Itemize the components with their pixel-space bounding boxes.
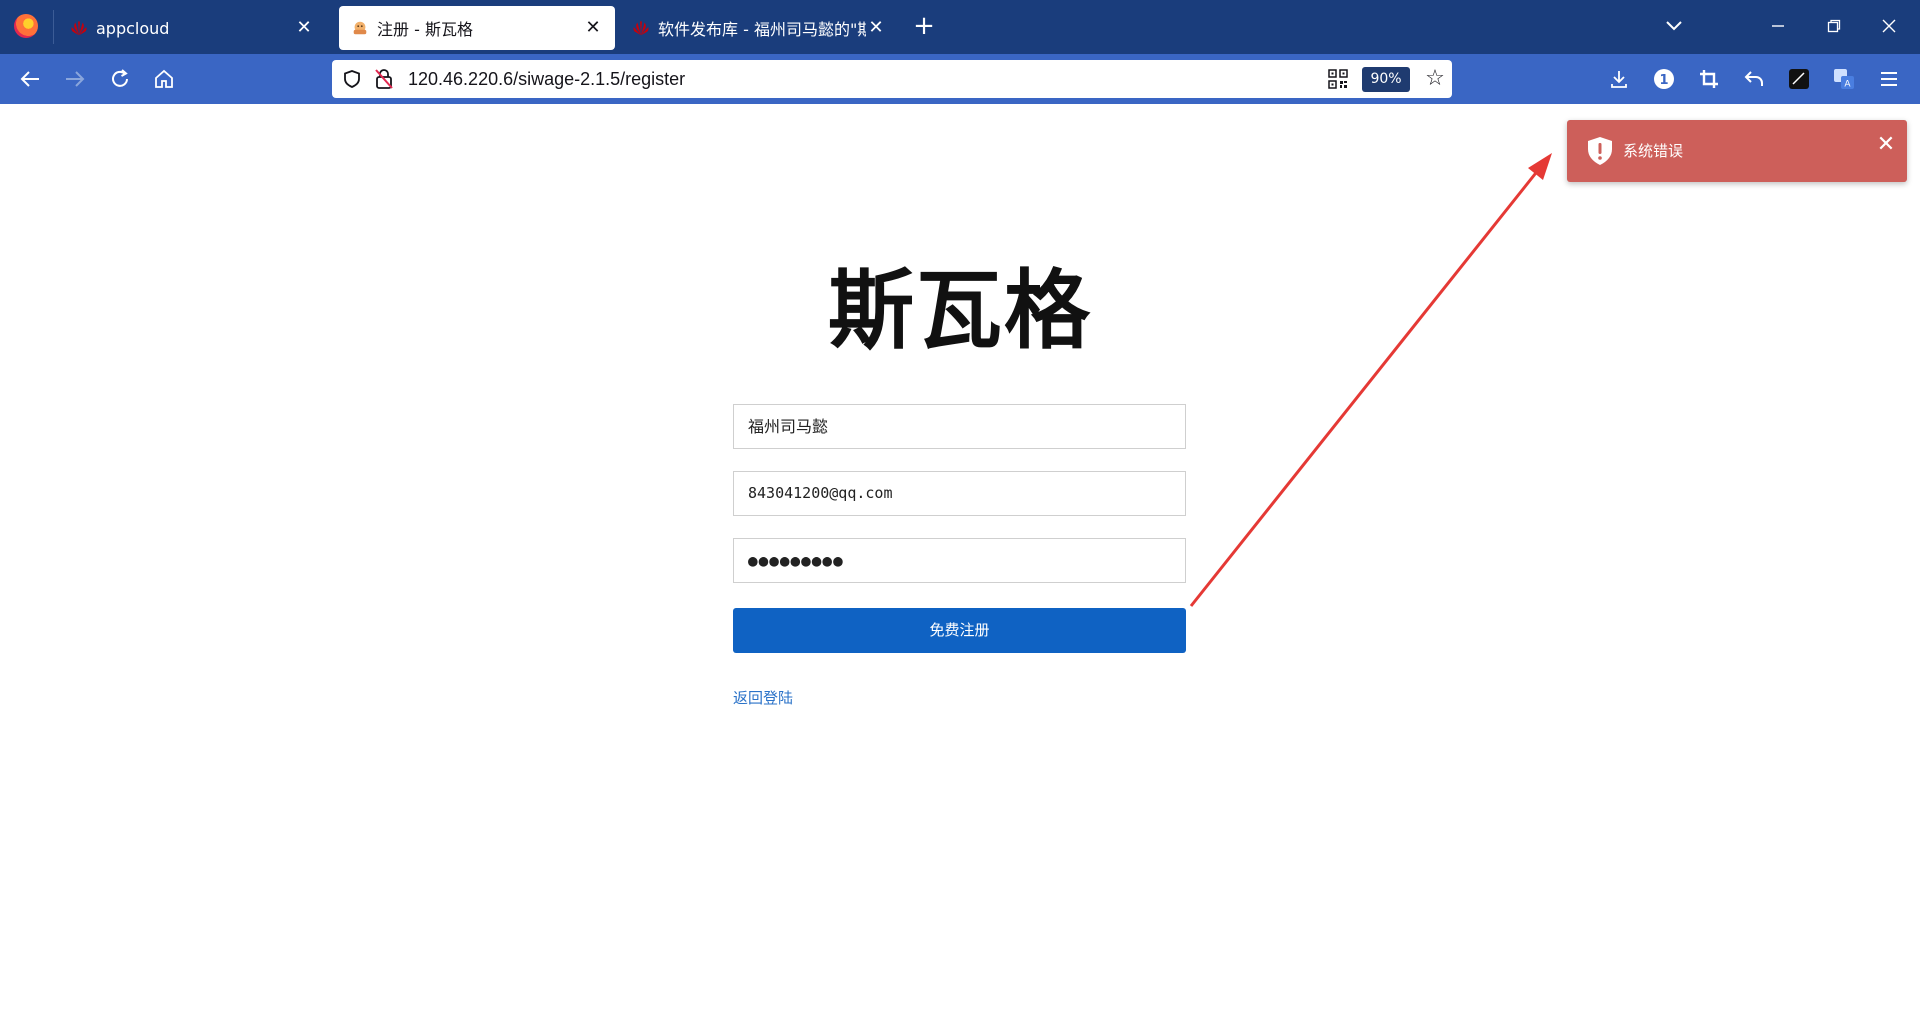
- close-tab-icon[interactable]: ✕: [583, 18, 603, 38]
- translate-extension-icon[interactable]: A: [1831, 66, 1857, 92]
- url-text[interactable]: 120.46.220.6/siwage-2.1.5/register: [408, 69, 685, 90]
- toast-message: 系统错误: [1623, 142, 1684, 160]
- insecure-lock-icon[interactable]: [374, 68, 394, 90]
- bookmark-star-icon[interactable]: ☆: [1422, 66, 1448, 92]
- email-input[interactable]: 843041200@qq.com: [733, 471, 1186, 516]
- username-input[interactable]: 福州司马懿: [733, 404, 1186, 449]
- tab-separator: [53, 10, 54, 44]
- undo-close-tab-icon[interactable]: [1741, 66, 1767, 92]
- browser-nav-bar: 120.46.220.6/siwage-2.1.5/register 90% ☆…: [0, 54, 1920, 104]
- extension-badge-text: 1: [1659, 73, 1668, 88]
- tab-software-library[interactable]: 软件发布库 - 福州司马懿的"斯瓦 ✕: [620, 6, 898, 50]
- forward-button[interactable]: [62, 66, 88, 92]
- tab-list-dropdown-icon[interactable]: [1662, 12, 1686, 40]
- zoom-level-badge[interactable]: 90%: [1362, 67, 1410, 92]
- home-button[interactable]: [151, 66, 177, 92]
- reload-button[interactable]: [107, 66, 133, 92]
- tab-register[interactable]: 注册 - 斯瓦格 ✕: [339, 6, 615, 50]
- swag-icon: [353, 21, 367, 35]
- tab-label: 注册 - 斯瓦格: [377, 20, 473, 39]
- tab-label: appcloud: [96, 18, 170, 38]
- close-window-button[interactable]: [1877, 12, 1901, 40]
- register-page: 斯瓦格 福州司马懿 843041200@qq.com ●●●●●●●●● 免费注…: [0, 104, 1920, 1030]
- register-button[interactable]: 免费注册: [733, 608, 1186, 653]
- huawei-icon: [71, 21, 87, 36]
- crop-screenshot-icon[interactable]: [1696, 66, 1722, 92]
- tab-label: 软件发布库 - 福州司马懿的"斯瓦: [658, 20, 866, 39]
- close-tab-icon[interactable]: ✕: [866, 18, 886, 38]
- close-toast-icon[interactable]: ✕: [1875, 134, 1897, 156]
- restore-button[interactable]: [1822, 12, 1846, 40]
- tab-appcloud[interactable]: appcloud ✕: [58, 6, 326, 50]
- error-toast: 系统错误 ✕: [1567, 120, 1907, 182]
- minimize-button[interactable]: [1766, 12, 1790, 40]
- address-bar[interactable]: 120.46.220.6/siwage-2.1.5/register 90% ☆: [332, 60, 1452, 98]
- back-to-login-link[interactable]: 返回登陆: [733, 687, 793, 708]
- downloads-icon[interactable]: [1606, 66, 1632, 92]
- huawei-icon: [633, 21, 649, 36]
- qr-code-icon[interactable]: [1328, 69, 1348, 89]
- browser-tab-bar: appcloud ✕ 注册 - 斯瓦格 ✕ 软件发布库 - 福州司马懿的"斯瓦 …: [0, 0, 1920, 54]
- svg-text:A: A: [1844, 80, 1851, 90]
- back-button[interactable]: [17, 66, 43, 92]
- hamburger-menu-icon[interactable]: [1876, 66, 1902, 92]
- password-input[interactable]: ●●●●●●●●●: [733, 538, 1186, 583]
- dark-mode-extension-icon[interactable]: [1786, 66, 1812, 92]
- close-tab-icon[interactable]: ✕: [294, 18, 314, 38]
- site-logo: 斯瓦格: [828, 261, 1092, 361]
- new-tab-button[interactable]: +: [912, 13, 936, 41]
- firefox-logo-icon[interactable]: [14, 14, 38, 38]
- password-manager-extension-icon[interactable]: 1: [1651, 66, 1677, 92]
- shield-alert-icon: [1588, 137, 1612, 165]
- tracking-shield-icon[interactable]: [342, 69, 362, 89]
